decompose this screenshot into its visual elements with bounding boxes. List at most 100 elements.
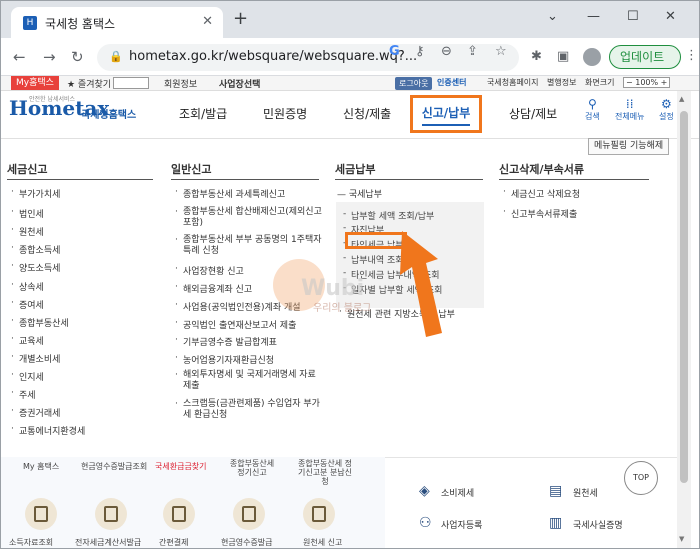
key-icon[interactable]: ⚷ [415,44,425,59]
quick-icon[interactable] [163,498,195,530]
menu-application[interactable]: 신청/제출 [343,105,391,122]
menu-group-national-tax[interactable]: — 국세납부 [337,187,382,200]
quick-label[interactable]: 소득자료조회 [9,537,53,548]
menu-item[interactable]: 부가가치세 [11,187,60,200]
cert-center-link[interactable]: 인증센터 [437,77,466,88]
extensions-icon[interactable]: ✱ [531,49,542,64]
lock-icon[interactable]: 🔒 [109,50,123,63]
tab-search-icon[interactable]: ⌄ [547,9,558,24]
quick-icon[interactable] [303,498,335,530]
quick-label[interactable]: 원천세 신고 [303,537,342,548]
menu-item[interactable]: 종합부동산세 [11,316,69,329]
user-name-box [113,77,149,89]
quick-label[interactable]: 종합부동산세 정기신고 [227,459,277,477]
tab-strip: H 국세청 홈택스 ✕ + ⌄ — ☐ ✕ [1,1,699,38]
col-heading-tax-report: 세금신고 [7,163,48,176]
menu-item[interactable]: 해외투자명세 및 국제거래명세 자료 제출 [175,370,323,392]
menu-item[interactable]: 교통에너지환경세 [11,424,85,437]
menu-item[interactable]: 교육세 [11,334,44,347]
menu-item[interactable]: 종합부동산세 합산배제신고(제외신고 포함) [175,207,323,229]
my-hometax-button[interactable]: My홈택스 [11,76,59,90]
quick-label[interactable]: 종합부동산세 정기신고분 분납신청 [295,459,355,486]
maximize-button[interactable]: ☐ [627,9,639,24]
menu-item[interactable]: 기부금영수증 발급합계표 [175,335,277,348]
menu-item[interactable]: 원천세 [11,225,44,238]
menu-item[interactable]: 상속세 [11,280,44,293]
tab-close-icon[interactable]: ✕ [202,14,213,29]
menu-item[interactable]: 해외금융계좌 신고 [175,282,252,295]
quick-icon[interactable] [95,498,127,530]
menu-report-payment[interactable]: 신고/납부 [410,95,482,133]
quick-label[interactable]: 간편결제 [159,537,188,548]
quick-label[interactable]: 현금영수증발급 [221,537,273,548]
quick-icon[interactable] [233,498,265,530]
header-settings[interactable]: ⚙ 설정 [659,97,674,122]
member-info-link[interactable]: 회원정보 [164,77,197,90]
quick-label[interactable]: 전자세금계산서발급 [75,537,141,548]
business-select-button[interactable]: 사업장선택 [219,77,260,90]
favorite-toggle-button[interactable]: 메뉴필링 기능해제 [588,138,670,155]
menu-item[interactable]: 종합부동산세 부부 공동명의 1주택자 특례 신청 [175,235,323,257]
extra-info-link[interactable]: 별행정보 [547,77,576,88]
menu-item[interactable]: 사업장현황 신고 [175,264,244,277]
back-icon[interactable]: ← [13,48,26,66]
submenu-item[interactable]: 납부할 세액 조회/납부 [343,209,434,222]
menu-item[interactable]: 증권거래세 [11,406,60,419]
menu-item[interactable]: 인지세 [11,370,44,383]
col-divider [499,179,649,180]
header-search[interactable]: ⚲ 검색 [585,97,600,122]
scroll-top-button[interactable]: TOP [624,461,658,495]
menu-item[interactable]: 농어업용기자재환급신청 [175,353,274,366]
menu-item[interactable]: 종합부동산세 과세특례신고 [175,187,285,200]
sidepanel-icon[interactable]: ▣ [557,49,569,64]
new-tab-button[interactable]: + [233,10,248,28]
menu-item[interactable]: 법인세 [11,207,44,220]
quick-label[interactable]: 현금영수증발급조회 [81,461,147,472]
quick-icon[interactable] [25,498,57,530]
menu-item[interactable]: 양도소득세 [11,261,60,274]
more-menu-icon[interactable]: ⋮ [685,48,698,63]
share-icon[interactable]: ⇪ [467,44,478,59]
menu-certificate[interactable]: 민원증명 [263,105,307,122]
menu-item[interactable]: 종합소득세 [11,243,60,256]
bookmark-link[interactable]: ★ 즐겨찾기 [67,77,111,90]
zoom-icon[interactable]: ⊖ [441,44,452,59]
right-link[interactable]: 사업자등록 [441,518,482,531]
page-scrollbar[interactable]: ▲ ▼ [677,91,691,548]
quick-label[interactable]: My 홈택스 [23,461,59,472]
diamond-icon: ◈ [419,483,430,499]
scroll-down-icon[interactable]: ▼ [679,535,684,543]
scroll-up-icon[interactable]: ▲ [679,95,684,103]
scroll-thumb[interactable] [680,111,688,483]
profile-avatar[interactable] [583,48,601,66]
menu-item[interactable]: 주세 [11,388,35,401]
nts-homepage-link[interactable]: 국세청홈페이지 [487,77,539,88]
browser-tab[interactable]: H 국세청 홈택스 ✕ [11,7,223,38]
header-search-label: 검색 [585,112,600,121]
menu-item[interactable]: 증여세 [11,298,44,311]
menu-item[interactable]: 개별소비세 [11,352,60,365]
col-heading-delete-docs: 신고삭제/부속서류 [499,163,584,176]
right-link[interactable]: 국세사실증명 [573,518,623,531]
header-all-menu[interactable]: ⁞⁞ 전체메뉴 [615,97,644,122]
forward-icon[interactable]: → [43,48,56,66]
menu-item[interactable]: 신고부속서류제출 [503,207,577,220]
address-bar[interactable]: 🔒 hometax.go.kr/websquare/websquare.wq?.… [97,44,519,71]
star-icon[interactable]: ☆ [495,44,507,59]
quick-label[interactable]: 국세환급금찾기 [155,461,207,472]
menu-item[interactable]: 스크랩등(금관련제품) 수입업자 부가세 환급신청 [175,399,323,421]
logout-button[interactable]: 로그아웃 [395,77,433,90]
close-window-button[interactable]: ✕ [665,9,676,24]
hometax-logo[interactable]: 안전한 납세서비스 Hometax 국세청홈택스 [9,96,136,121]
menu-inquiry[interactable]: 조회/발급 [179,105,227,122]
menu-item[interactable]: 공익법인 출연재산보고서 제출 [175,318,296,331]
zoom-control[interactable]: − 100% + [623,77,671,88]
google-icon[interactable]: G [389,44,400,59]
menu-item[interactable]: 세금신고 삭제요청 [503,187,580,200]
update-button[interactable]: 업데이트 [609,45,681,69]
minimize-button[interactable]: — [587,9,600,24]
right-link[interactable]: 원천세 [573,486,598,499]
right-link[interactable]: 소비제세 [441,486,474,499]
menu-consult[interactable]: 상담/제보 [509,105,557,122]
reload-icon[interactable]: ↻ [71,48,84,66]
